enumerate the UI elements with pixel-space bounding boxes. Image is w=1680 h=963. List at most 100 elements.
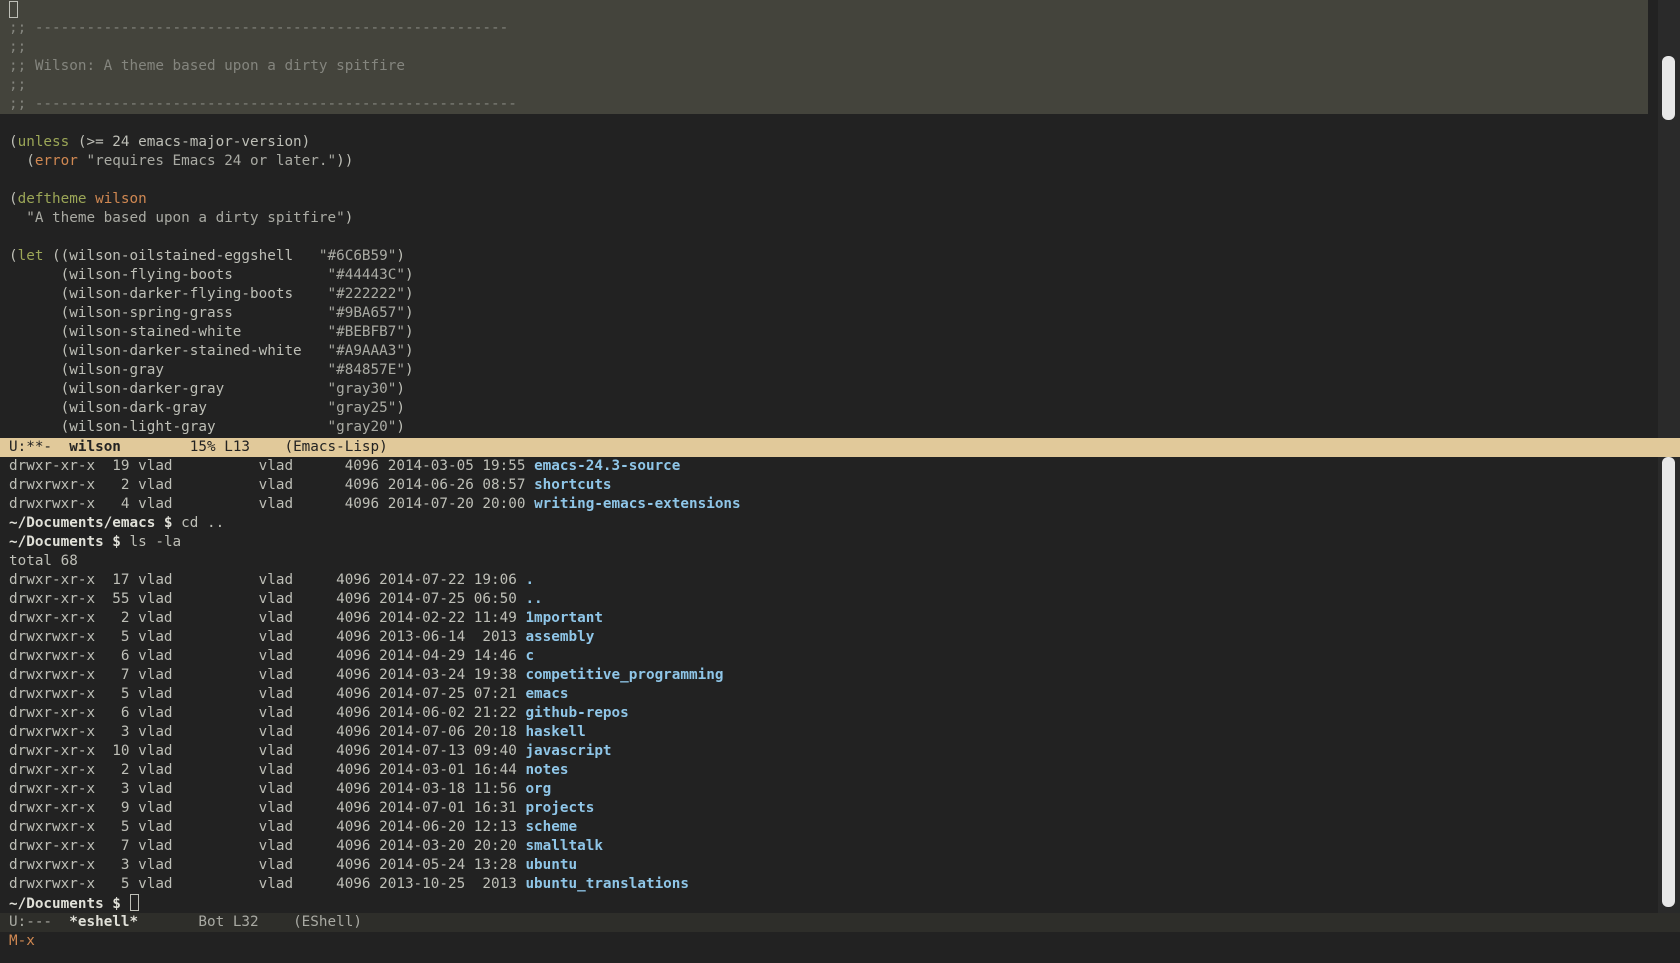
- listing-row: drwxr-xr-x 6 vlad vlad 4096 2014-06-02 2…: [0, 704, 1658, 723]
- binding-name: (wilson-darker-flying-boots: [60, 286, 328, 302]
- text-cursor[interactable]: [129, 894, 139, 911]
- entry-info: drwxrwxr-x 7 vlad vlad 4096 2014-03-24 1…: [9, 667, 526, 683]
- top-scrollbar[interactable]: [1658, 0, 1680, 438]
- directory-name: emacs-24.3-source: [534, 458, 681, 474]
- top-buffer-window[interactable]: ;; -------------------------------------…: [0, 0, 1658, 438]
- mode-line-inactive[interactable]: U:--- *eshell* Bot L32 (EShell): [0, 913, 1680, 932]
- directory-name: competitive_programming: [525, 667, 724, 683]
- directory-name: .: [525, 572, 535, 588]
- listing-row: drwxrwxr-x 5 vlad vlad 4096 2014-07-25 0…: [0, 685, 1658, 704]
- listing-row: drwxrwxr-x 6 vlad vlad 4096 2014-04-29 1…: [0, 647, 1658, 666]
- eshell-scrollbar-thumb[interactable]: [1662, 457, 1675, 907]
- header-line: ;; -------------------------------------…: [9, 20, 509, 36]
- entry-info: drwxrwxr-x 4 vlad vlad 4096 2014-07-20 2…: [9, 496, 535, 512]
- entry-info: drwxr-xr-x 10 vlad vlad 4096 2014-07-13 …: [9, 743, 526, 759]
- binding-value: "#44443C": [327, 267, 405, 283]
- total-line: total 68: [9, 553, 78, 569]
- listing-row: drwxr-xr-x 2 vlad vlad 4096 2014-02-22 1…: [0, 609, 1658, 628]
- directory-name: github-repos: [525, 705, 629, 721]
- code-line-deftheme: (deftheme wilson: [9, 191, 147, 207]
- keyword: let: [17, 248, 44, 264]
- entry-info: drwxr-xr-x 3 vlad vlad 4096 2014-03-18 1…: [9, 781, 526, 797]
- binding-value: "#84857E": [327, 362, 405, 378]
- entry-info: drwxr-xr-x 17 vlad vlad 4096 2014-07-22 …: [9, 572, 526, 588]
- listing-row: drwxrwxr-x 5 vlad vlad 4096 2014-06-20 1…: [0, 818, 1658, 837]
- shell-command: cd ..: [181, 515, 225, 531]
- binding-name: ((wilson-oilstained-eggshell: [52, 248, 319, 264]
- string: "A theme based upon a dirty spitfire": [26, 210, 345, 226]
- mode-line-active[interactable]: U:**- wilson 15% L13 (Emacs-Lisp): [0, 438, 1680, 457]
- keyword: deftheme: [17, 191, 87, 207]
- directory-name: scheme: [525, 819, 578, 835]
- listing-row: drwxrwxr-x 5 vlad vlad 4096 2013-06-14 2…: [0, 628, 1658, 647]
- header-comment-block: ;; -------------------------------------…: [0, 0, 1648, 114]
- directory-name: notes: [525, 762, 569, 778]
- code-line-binding: (wilson-darker-flying-boots "#222222"): [60, 286, 414, 302]
- eshell-window[interactable]: drwxr-xr-x 19 vlad vlad 4096 2014-03-05 …: [0, 457, 1658, 913]
- code-line-docstring: "A theme based upon a dirty spitfire"): [26, 210, 354, 226]
- eshell-scrollbar[interactable]: [1658, 457, 1680, 913]
- top-cursor: [9, 1, 18, 19]
- listing-row: drwxr-xr-x 7 vlad vlad 4096 2014-03-20 2…: [0, 837, 1658, 856]
- entry-info: drwxr-xr-x 7 vlad vlad 4096 2014-03-20 2…: [9, 838, 526, 854]
- binding-value: "#9BA657": [327, 305, 405, 321]
- entry-info: drwxrwxr-x 5 vlad vlad 4096 2013-06-14 2…: [9, 629, 526, 645]
- binding-value: "#A9AAA3": [327, 343, 405, 359]
- entry-info: drwxr-xr-x 2 vlad vlad 4096 2014-03-01 1…: [9, 762, 526, 778]
- string: "requires Emacs 24 or later.": [86, 153, 337, 169]
- header-line: ;; -------------------------------------…: [9, 96, 517, 112]
- directory-name: haskell: [525, 724, 586, 740]
- directory-name: writing-emacs-extensions: [534, 496, 741, 512]
- entry-info: drwxr-xr-x 9 vlad vlad 4096 2014-07-01 1…: [9, 800, 526, 816]
- code-line-binding: (wilson-spring-grass "#9BA657"): [60, 305, 414, 321]
- entry-info: drwxr-xr-x 19 vlad vlad 4096 2014-03-05 …: [9, 458, 535, 474]
- directory-name: 1mportant: [525, 610, 603, 626]
- binding-value: "#6C6B59": [318, 248, 397, 264]
- modeline-position: 15% L13: [120, 439, 285, 455]
- shell-command: ls -la: [129, 534, 182, 550]
- directory-name: smalltalk: [525, 838, 603, 854]
- entry-info: drwxr-xr-x 55 vlad vlad 4096 2014-07-25 …: [9, 591, 526, 607]
- code-line-error: (error "requires Emacs 24 or later.")): [9, 153, 354, 169]
- modeline-position: Bot L32: [138, 914, 294, 930]
- directory-name: ubuntu: [525, 857, 578, 873]
- code-line-binding: (wilson-stained-white "#BEBFB7"): [60, 324, 414, 340]
- binding-value: "gray20": [327, 419, 397, 435]
- header-line: ;; Wilson: A theme based upon a dirty sp…: [9, 58, 405, 74]
- active-prompt-line[interactable]: ~/Documents $: [0, 894, 1658, 913]
- entry-info: drwxr-xr-x 2 vlad vlad 4096 2014-02-22 1…: [9, 610, 526, 626]
- directory-name: assembly: [525, 629, 595, 645]
- listing-row: drwxr-xr-x 2 vlad vlad 4096 2014-03-01 1…: [0, 761, 1658, 780]
- listing-row: drwxr-xr-x 9 vlad vlad 4096 2014-07-01 1…: [0, 799, 1658, 818]
- modeline-buffer-name[interactable]: *eshell*: [69, 914, 138, 930]
- binding-name: (wilson-light-gray: [60, 419, 328, 435]
- modeline-major-mode[interactable]: (Emacs-Lisp): [284, 439, 387, 455]
- binding-value: "#222222": [327, 286, 405, 302]
- binding-value: "gray25": [327, 400, 397, 416]
- command-line: ~/Documents $ ls -la: [0, 533, 1658, 552]
- listing-row: drwxr-xr-x 17 vlad vlad 4096 2014-07-22 …: [0, 571, 1658, 590]
- entry-info: drwxrwxr-x 5 vlad vlad 4096 2014-07-25 0…: [9, 686, 526, 702]
- listing-row: drwxr-xr-x 10 vlad vlad 4096 2014-07-13 …: [0, 742, 1658, 761]
- binding-name: (wilson-gray: [60, 362, 328, 378]
- listing-row: drwxr-xr-x 19 vlad vlad 4096 2014-03-05 …: [0, 457, 1658, 476]
- modeline-buffer-name[interactable]: wilson: [69, 439, 121, 455]
- shell-prompt: ~/Documents/emacs $: [9, 515, 182, 531]
- code-line-binding: (wilson-darker-stained-white "#A9AAA3"): [60, 343, 414, 359]
- modeline-major-mode[interactable]: (EShell): [293, 914, 362, 930]
- keyword: error: [34, 153, 78, 169]
- binding-name: (wilson-stained-white: [60, 324, 328, 340]
- listing-row: drwxrwxr-x 4 vlad vlad 4096 2014-07-20 2…: [0, 495, 1658, 514]
- binding-value: "gray30": [327, 381, 397, 397]
- top-scrollbar-thumb[interactable]: [1662, 56, 1675, 120]
- binding-name: (wilson-dark-gray: [60, 400, 328, 416]
- minibuffer[interactable]: M-x: [0, 932, 35, 951]
- directory-name: javascript: [525, 743, 612, 759]
- directory-name: projects: [525, 800, 595, 816]
- keyword: unless: [17, 134, 70, 150]
- entry-info: drwxr-xr-x 6 vlad vlad 4096 2014-06-02 2…: [9, 705, 526, 721]
- theme-name: wilson: [95, 191, 147, 207]
- binding-name: (wilson-flying-boots: [60, 267, 328, 283]
- code-text: (>= 24 emacs-major-version): [69, 134, 311, 150]
- entry-info: drwxrwxr-x 6 vlad vlad 4096 2014-04-29 1…: [9, 648, 526, 664]
